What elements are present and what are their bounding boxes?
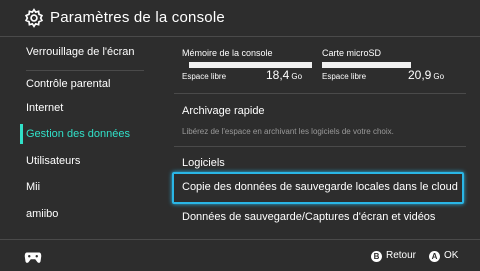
header-bar: Paramètres de la console <box>0 0 480 37</box>
a-button-icon[interactable]: A <box>429 251 440 262</box>
sidebar-item-amiibo[interactable]: amiibo <box>26 199 144 229</box>
back-button[interactable]: Retour <box>386 250 416 261</box>
software-item[interactable]: Logiciels <box>182 157 225 169</box>
quick-archive-item[interactable]: Archivage rapide <box>182 105 265 117</box>
sd-free-value: 20,9 Go <box>408 68 445 82</box>
sidebar: Verrouillage de l'écran Contrôle parenta… <box>0 37 156 239</box>
main-content: Mémoire de la console Espace libre 18,4 G… <box>160 37 480 239</box>
console-storage-used <box>182 62 189 68</box>
ok-button[interactable]: OK <box>444 250 458 261</box>
sidebar-item-mii[interactable]: Mii <box>26 172 144 202</box>
cloud-backup-item[interactable]: Copie des données de sauvegarde locales … <box>182 181 458 193</box>
console-free-value: 18,4 Go <box>266 68 303 82</box>
divider <box>174 146 466 147</box>
footer-bar: B Retour A OK <box>0 239 480 271</box>
console-storage-title: Mémoire de la console <box>182 48 273 58</box>
quick-archive-hint: Libérez de l'espace en archivant les log… <box>182 127 394 136</box>
controller-icon <box>24 252 42 263</box>
sidebar-item-screen-lock[interactable]: Verrouillage de l'écran <box>26 37 144 67</box>
page-title: Paramètres de la console <box>50 9 225 26</box>
sd-free-label: Espace libre <box>322 72 367 81</box>
divider <box>174 93 466 94</box>
sd-storage-title: Carte microSD <box>322 48 382 58</box>
console-free-label: Espace libre <box>182 72 227 81</box>
save-data-screenshots-item[interactable]: Données de sauvegarde/Captures d'écran e… <box>182 211 435 223</box>
gear-icon <box>24 8 44 28</box>
sidebar-item-data-management[interactable]: Gestion des données <box>20 119 144 149</box>
b-button-icon[interactable]: B <box>371 251 382 262</box>
